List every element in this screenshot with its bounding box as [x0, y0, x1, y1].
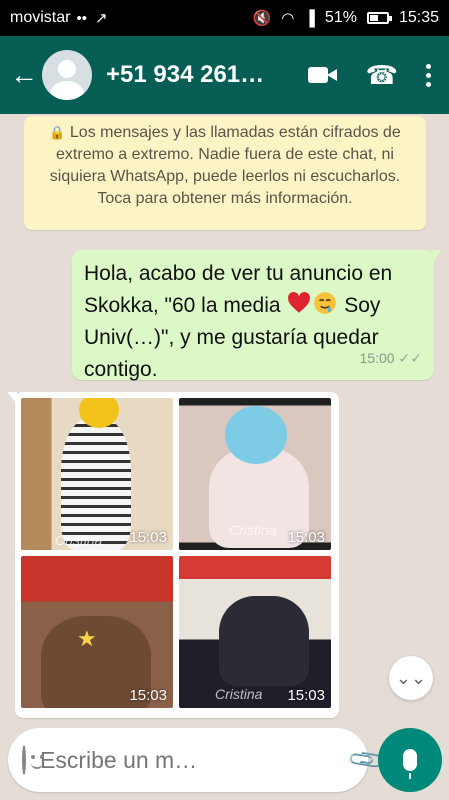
video-call-icon[interactable] [307, 65, 338, 85]
photo-thumbnail[interactable]: ★ 15:03 [21, 556, 173, 708]
photo-thumbnail[interactable]: Cristina 15:03 [179, 398, 331, 550]
wifi-icon: ◠ [281, 10, 295, 27]
message-time: 15:00 [359, 350, 395, 366]
voicemail-icon: •• [76, 9, 87, 27]
scroll-down-button[interactable]: ⌄⌄ [389, 656, 433, 700]
chat-area[interactable]: 🔒 Los mensajes y las llamadas están cifr… [0, 114, 449, 718]
photo-time: 15:03 [129, 529, 167, 546]
more-options-icon[interactable] [426, 63, 431, 87]
back-arrow-icon[interactable]: ← [10, 59, 38, 91]
message-input[interactable] [40, 746, 336, 774]
microphone-icon [403, 749, 417, 779]
photo-watermark: Cristina [215, 686, 263, 702]
emoji-icon[interactable] [22, 745, 43, 775]
photo-watermark: Cristina [55, 532, 103, 548]
voice-call-icon[interactable]: ☎ [366, 60, 398, 91]
photo-watermark: Cristina [229, 522, 277, 538]
battery-icon [366, 12, 392, 24]
signal-icon: ▐ [304, 9, 315, 27]
photo-thumbnail[interactable]: Cristina 15:03 [179, 556, 331, 708]
lock-icon: 🔒 [49, 125, 66, 140]
contact-name[interactable]: +51 934 261… [106, 61, 308, 89]
battery-percent: 51% [324, 9, 357, 26]
mute-icon: 🔇 [252, 10, 272, 27]
missed-call-icon: ↗ [94, 10, 108, 27]
photo-time: 15:03 [129, 687, 167, 704]
message-meta: 15:00 ✓✓ [359, 342, 422, 374]
contact-avatar[interactable] [42, 50, 92, 100]
red-heart-icon [288, 292, 311, 313]
message-composer: 📎 [8, 728, 418, 792]
carrier-name: movistar [10, 9, 71, 26]
clock: 15:35 [398, 9, 439, 26]
encryption-notice[interactable]: 🔒 Los mensajes y las llamadas están cifr… [24, 116, 426, 230]
double-check-icon: ✓✓ [398, 350, 422, 366]
photo-time: 15:03 [287, 529, 325, 546]
photo-thumbnail[interactable]: Cristina 15:03 [21, 398, 173, 550]
star-icon: ★ [77, 626, 97, 651]
chat-header: ← +51 934 261… ☎ [0, 36, 449, 114]
status-bar: movistar •• ↗ 🔇 ◠ ▐ 51% 15:35 [0, 0, 449, 36]
outgoing-message[interactable]: Hola, acabo de ver tu anuncio en Skokka,… [72, 250, 442, 381]
encryption-notice-text: Los mensajes y las llamadas están cifrad… [49, 124, 401, 207]
voice-record-button[interactable] [378, 728, 442, 792]
incoming-media-album[interactable]: Cristina 15:03 Cristina 15:03 ★ 15:03 Cr… [7, 392, 339, 718]
drooling-face-icon [314, 292, 337, 314]
photo-time: 15:03 [287, 687, 325, 704]
